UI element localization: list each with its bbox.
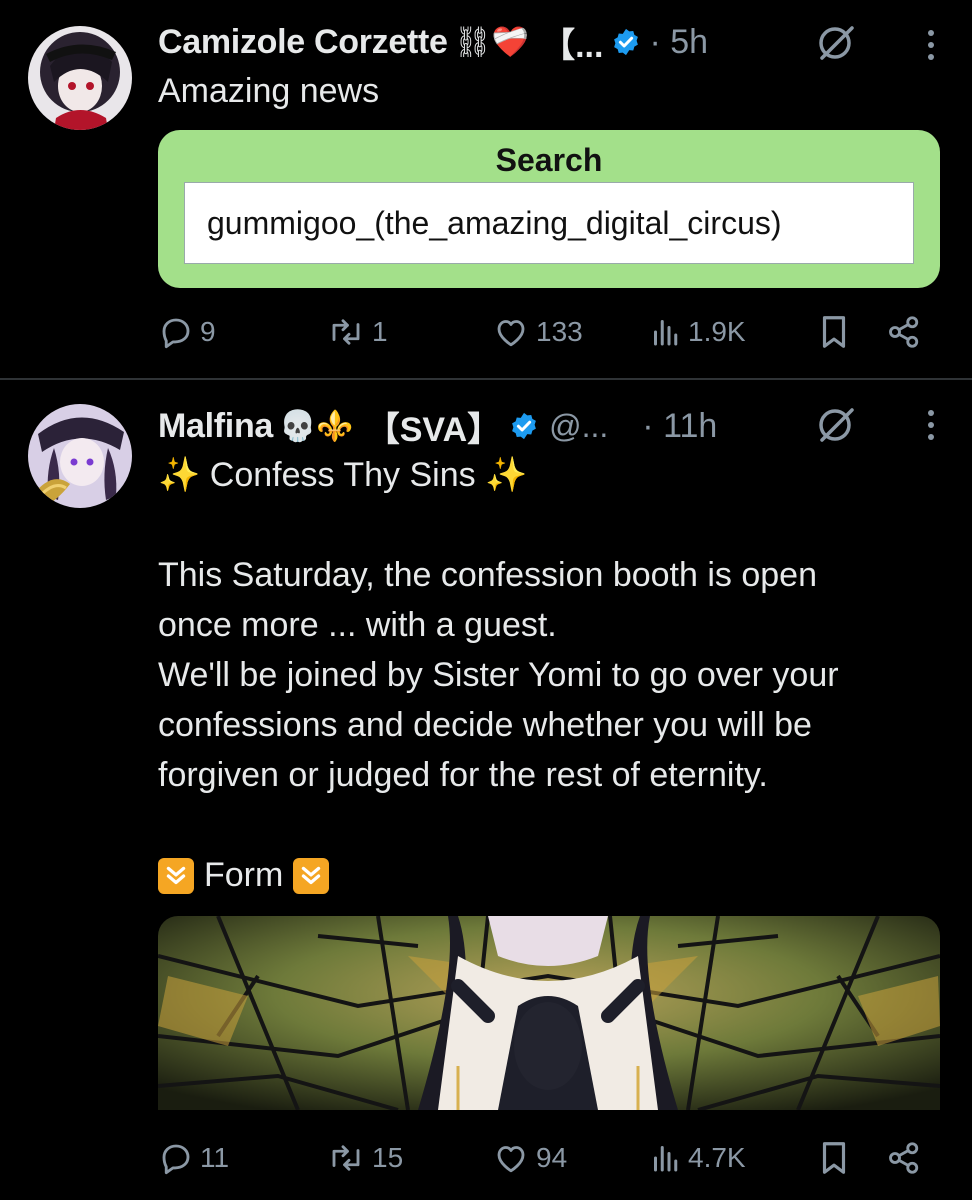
like-button[interactable]: 94 bbox=[492, 1134, 567, 1182]
like-button[interactable]: 133 bbox=[492, 308, 583, 356]
verified-icon bbox=[611, 27, 641, 57]
tweet-media-image[interactable] bbox=[158, 916, 940, 1110]
tweet-2[interactable]: Malfina 💀⚜️ 【SVA】 @... · 11h ✨ Confess T… bbox=[0, 380, 972, 1200]
views-button[interactable]: 4.7K bbox=[650, 1134, 746, 1182]
bookmark-button[interactable] bbox=[818, 1134, 850, 1182]
repost-button[interactable]: 1 bbox=[326, 308, 388, 356]
double-down-arrow-icon bbox=[158, 857, 194, 894]
form-line: Form bbox=[158, 856, 330, 895]
avatar-camizole[interactable] bbox=[28, 26, 132, 130]
double-down-arrow-icon bbox=[293, 857, 330, 894]
search-card: Search gummigoo_(the_amazing_digital_cir… bbox=[158, 130, 940, 288]
share-icon bbox=[889, 316, 919, 348]
tweet-body: This Saturday, the confession booth is o… bbox=[158, 550, 938, 800]
tweet-time[interactable]: · 5h bbox=[649, 23, 708, 62]
repost-icon bbox=[332, 319, 360, 345]
reply-icon bbox=[162, 1144, 190, 1175]
body-line: This Saturday, the confession booth is o… bbox=[158, 556, 817, 594]
views-button[interactable]: 1.9K bbox=[650, 308, 746, 356]
reply-count: 11 bbox=[200, 1142, 230, 1173]
tweet-1[interactable]: Camizole Corzette ⛓❤️‍🩹 【... · 5h Amazin… bbox=[0, 0, 972, 378]
form-label[interactable]: Form bbox=[204, 856, 283, 895]
views-icon bbox=[654, 320, 678, 346]
author-name[interactable]: Camizole Corzette bbox=[158, 23, 448, 62]
more-icon[interactable] bbox=[928, 410, 934, 440]
share-icon bbox=[889, 1142, 919, 1174]
reply-count: 9 bbox=[200, 316, 216, 347]
tweet-title: ✨ Confess Thy Sins ✨ bbox=[158, 456, 528, 494]
grok-icon[interactable] bbox=[816, 404, 856, 444]
bookmark-icon bbox=[822, 1142, 846, 1174]
more-icon[interactable] bbox=[928, 30, 934, 60]
like-icon bbox=[497, 320, 525, 347]
name-emojis: ⛓❤️‍🩹 bbox=[453, 24, 530, 60]
avatar-malfina[interactable] bbox=[28, 404, 132, 508]
share-button[interactable] bbox=[886, 308, 922, 356]
tweet-actions: 9 1 133 1.9K bbox=[158, 308, 928, 356]
like-icon bbox=[497, 1146, 525, 1173]
author-tag: 【SVA】 bbox=[365, 410, 502, 449]
grok-icon[interactable] bbox=[816, 22, 856, 62]
search-card-query: gummigoo_(the_amazing_digital_circus) bbox=[184, 182, 914, 264]
repost-button[interactable]: 15 bbox=[326, 1134, 403, 1182]
name-emojis: 💀⚜️ bbox=[279, 408, 354, 444]
body-line: We'll be joined by Sister Yomi to go ove… bbox=[158, 656, 839, 694]
views-count: 4.7K bbox=[688, 1142, 746, 1173]
repost-icon bbox=[332, 1145, 360, 1171]
repost-count: 1 bbox=[372, 316, 388, 347]
tweet-text: Amazing news bbox=[158, 72, 380, 110]
reply-button[interactable]: 9 bbox=[158, 308, 216, 356]
reply-button[interactable]: 11 bbox=[158, 1134, 229, 1182]
body-line: confessions and decide whether you will … bbox=[158, 706, 812, 744]
author-name[interactable]: Malfina bbox=[158, 407, 273, 446]
tweet-time[interactable]: · 11h bbox=[642, 407, 717, 446]
tweet-actions: 11 15 94 4.7K bbox=[158, 1134, 928, 1182]
verified-icon bbox=[509, 411, 539, 441]
author-handle[interactable]: @... bbox=[549, 408, 608, 445]
author-tag: 【... bbox=[541, 26, 604, 65]
like-count: 94 bbox=[536, 1142, 568, 1173]
views-count: 1.9K bbox=[688, 316, 746, 347]
body-line: once more ... with a guest. bbox=[158, 606, 557, 644]
bookmark-button[interactable] bbox=[818, 308, 850, 356]
search-card-title: Search bbox=[495, 142, 603, 178]
views-icon bbox=[654, 1146, 678, 1172]
repost-count: 15 bbox=[372, 1142, 404, 1173]
body-line: forgiven or judged for the rest of etern… bbox=[158, 756, 768, 794]
like-count: 133 bbox=[536, 316, 583, 347]
bookmark-icon bbox=[822, 316, 846, 348]
share-button[interactable] bbox=[886, 1134, 922, 1182]
reply-icon bbox=[162, 318, 190, 349]
